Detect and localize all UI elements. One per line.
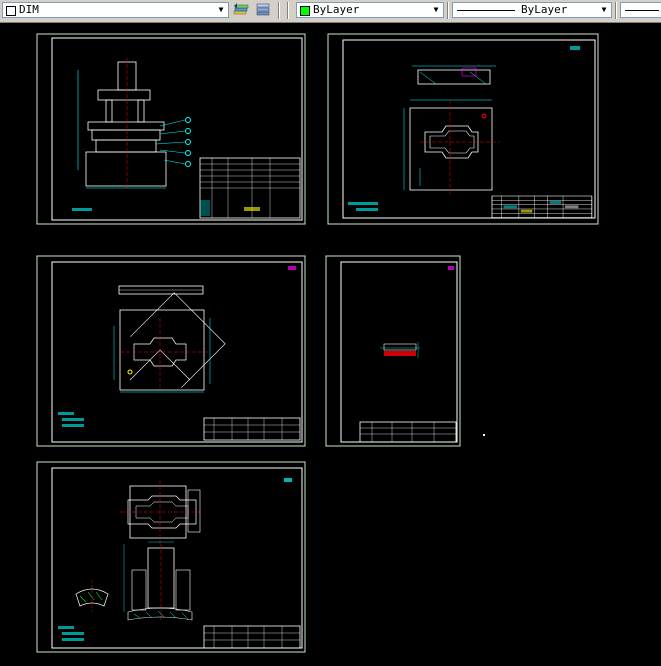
toolbar-separator	[287, 2, 289, 19]
linetype-preview	[457, 10, 515, 11]
linetype-dropdown[interactable]: ByLayer ▼	[452, 2, 612, 18]
lineweight-dropdown[interactable]	[620, 2, 661, 18]
toolbar-separator	[615, 2, 617, 19]
chevron-down-icon[interactable]: ▼	[599, 4, 609, 16]
drawing-canvas[interactable]	[0, 23, 661, 662]
layers-icon	[256, 3, 270, 16]
sheet-part-plate-1	[327, 33, 599, 225]
chevron-down-icon[interactable]: ▼	[431, 4, 441, 16]
chevron-down-icon[interactable]: ▼	[216, 4, 226, 16]
sheet-part-small	[325, 255, 461, 447]
lineweight-preview	[625, 10, 659, 11]
sheet-assembly-drawing	[36, 33, 306, 225]
layer-color-swatch	[6, 6, 16, 16]
layer-name: DIM	[19, 3, 39, 16]
model-space[interactable]	[0, 23, 661, 662]
toolbar-separator	[278, 2, 280, 19]
linetype-value: ByLayer	[521, 3, 568, 16]
sheet-part-plate-2	[36, 255, 306, 447]
layer-previous-button[interactable]	[232, 2, 250, 19]
toolbar-separator	[447, 2, 449, 19]
layer-dropdown[interactable]: DIM ▼	[2, 2, 229, 18]
color-value: ByLayer	[313, 3, 360, 16]
properties-toolbar: DIM ▼ ByLayer ▼ ByLayer ▼	[0, 0, 661, 23]
layer-manager-button[interactable]	[254, 2, 272, 19]
stray-point	[483, 434, 485, 436]
sheet-part-punch	[36, 461, 306, 653]
color-swatch	[300, 6, 310, 16]
color-dropdown[interactable]: ByLayer ▼	[296, 2, 444, 18]
layer-previous-icon	[233, 3, 249, 15]
